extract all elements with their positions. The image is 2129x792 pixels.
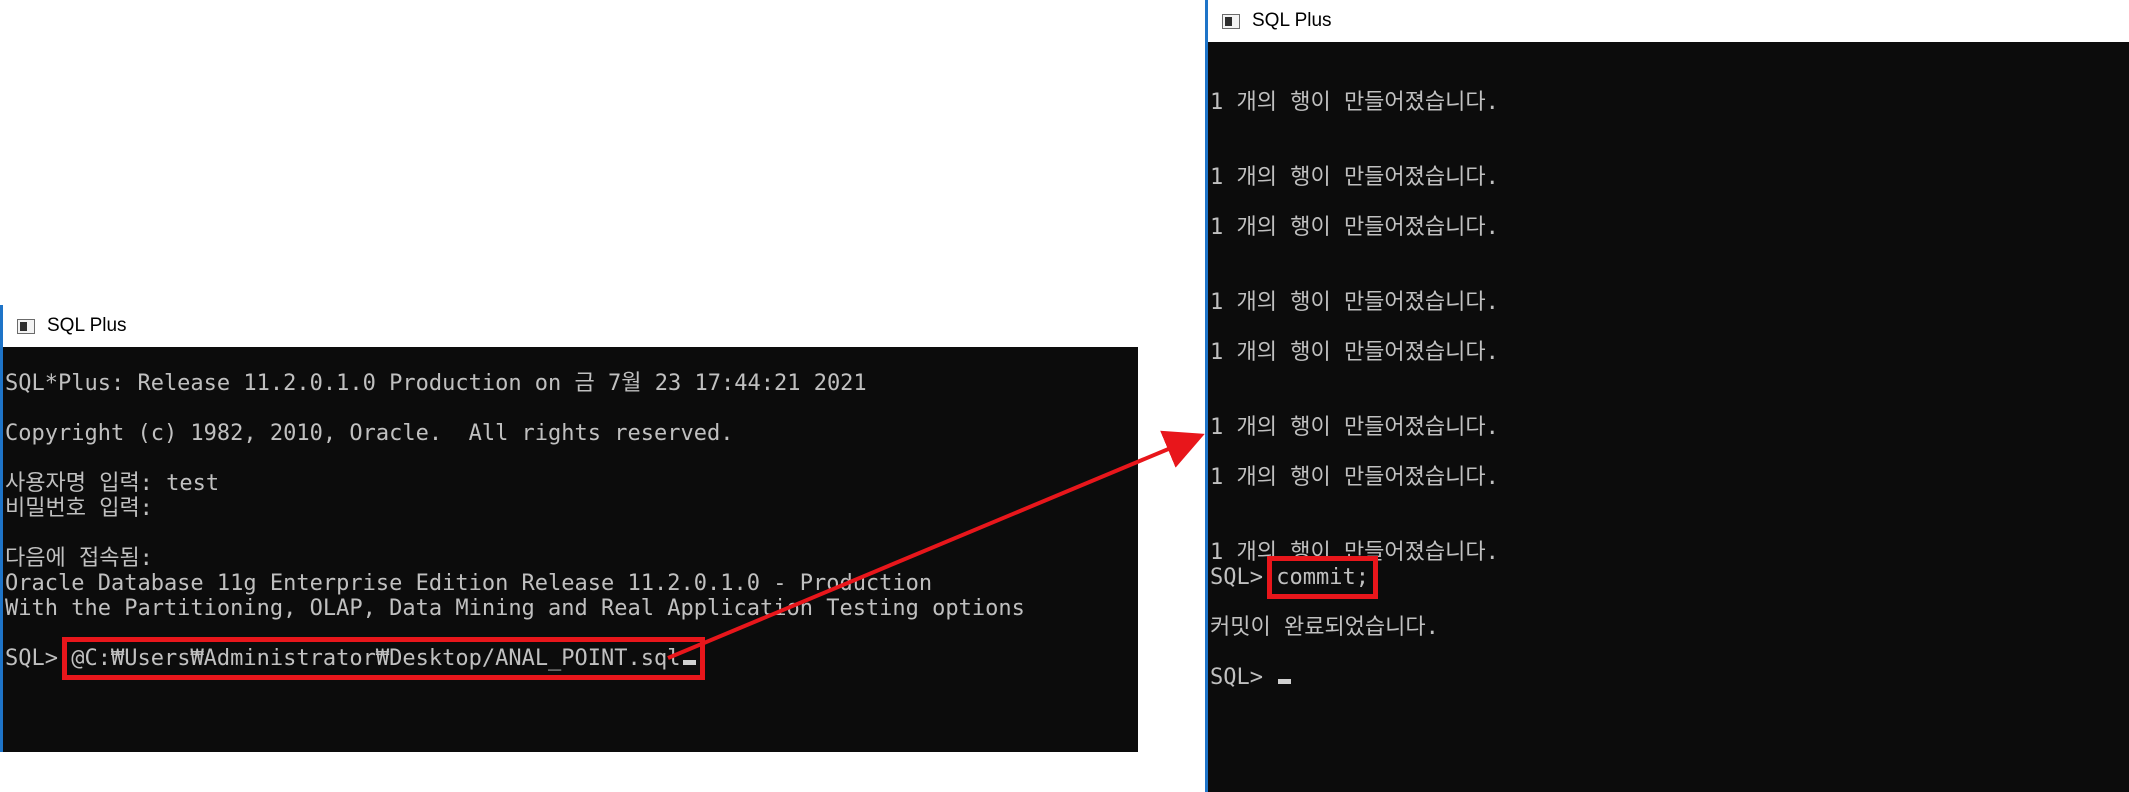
commit-complete-line: 커밋이 완료되었습니다. (1210, 615, 1439, 640)
titlebar[interactable]: SQL Plus (3, 305, 1138, 347)
window-title: SQL Plus (1252, 10, 1332, 31)
console-line: With the Partitioning, OLAP, Data Mining… (5, 596, 1025, 621)
console-line: Copyright (c) 1982, 2010, Oracle. All ri… (5, 421, 734, 446)
row-created-line: 1 개의 행이 만들어졌습니다. (1210, 165, 1499, 190)
console-line: 비밀번호 입력: (5, 496, 153, 521)
row-created-line: 1 개의 행이 만들어졌습니다. (1210, 215, 1499, 240)
console-output[interactable]: 1 개의 행이 만들어졌습니다. 1 개의 행이 만들어졌습니다. 1 개의 행… (1208, 42, 2129, 792)
sql-prompt: SQL> (1210, 565, 1277, 590)
console-line: SQL*Plus: Release 11.2.0.1.0 Production … (5, 371, 867, 396)
row-created-line: 1 개의 행이 만들어졌습니다. (1210, 90, 1499, 115)
console-output[interactable]: SQL*Plus: Release 11.2.0.1.0 Production … (3, 347, 1138, 752)
text-cursor (1278, 679, 1292, 684)
sqlplus-window-right: SQL Plus 1 개의 행이 만들어졌습니다. 1 개의 행이 만들어졌습니… (1205, 0, 2129, 792)
prompt-line[interactable]: SQL> commit; (1210, 556, 2129, 599)
window-title: SQL Plus (47, 315, 127, 336)
row-created-line: 1 개의 행이 만들어졌습니다. (1210, 290, 1499, 315)
console-line: 다음에 접속됨: (5, 546, 153, 571)
prompt-line[interactable]: SQL> @C:₩Users₩Administrator₩Desktop/ANA… (5, 637, 1138, 680)
console-app-icon (17, 318, 35, 334)
row-created-line: 1 개의 행이 만들어졌습니다. (1210, 540, 1499, 565)
prompt-line[interactable]: SQL> (1210, 665, 2129, 690)
sqlplus-window-left: SQL Plus SQL*Plus: Release 11.2.0.1.0 Pr… (0, 305, 1138, 752)
row-created-line: 1 개의 행이 만들어졌습니다. (1210, 465, 1499, 490)
row-created-line: 1 개의 행이 만들어졌습니다. (1210, 340, 1499, 365)
console-line: Oracle Database 11g Enterprise Edition R… (5, 571, 933, 596)
script-command: @C:₩Users₩Administrator₩Desktop/ANAL_POI… (71, 646, 681, 671)
console-line: 사용자명 입력: test (5, 471, 220, 496)
console-app-icon (1222, 13, 1240, 29)
text-cursor (682, 660, 696, 665)
commit-command: commit; (1276, 565, 1369, 590)
row-created-line: 1 개의 행이 만들어졌습니다. (1210, 415, 1499, 440)
sql-prompt: SQL> (5, 646, 72, 671)
titlebar[interactable]: SQL Plus (1208, 0, 2129, 42)
highlighted-command: @C:₩Users₩Administrator₩Desktop/ANAL_POI… (62, 637, 705, 680)
sql-prompt: SQL> (1210, 665, 1277, 690)
highlighted-command: commit; (1267, 556, 1378, 599)
